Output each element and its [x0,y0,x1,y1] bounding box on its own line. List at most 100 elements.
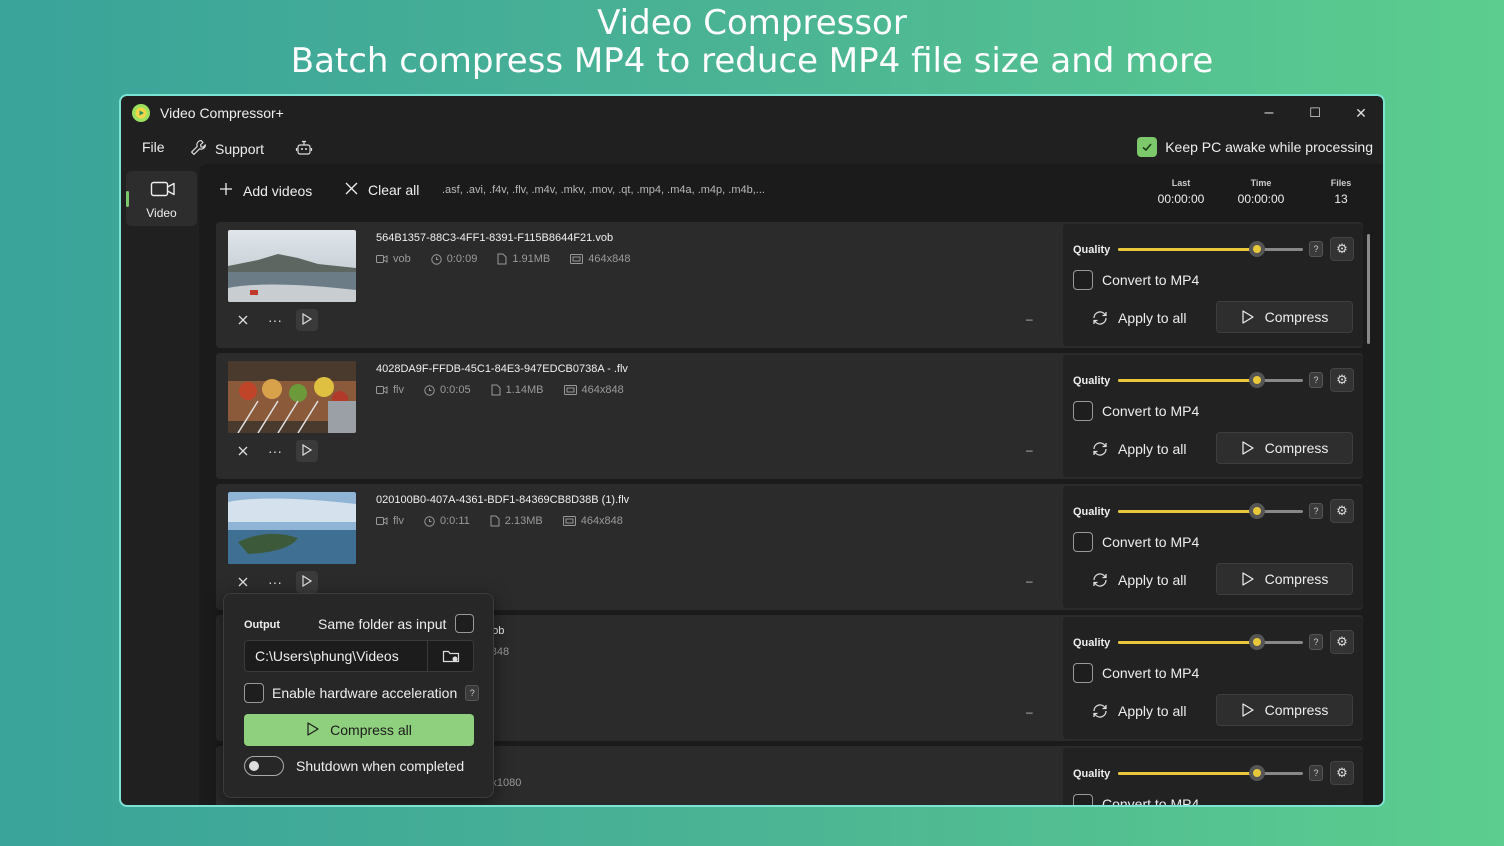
more-options-button[interactable]: ··· [264,309,286,331]
play-preview-button[interactable] [296,440,318,462]
quality-slider[interactable] [1118,241,1303,257]
compress-button[interactable]: Compress [1216,432,1353,464]
gear-icon[interactable]: ⚙ [1330,368,1354,392]
stat-value: 13 [1334,192,1348,206]
resolution-icon [563,385,577,395]
video-thumbnail [228,230,356,302]
apply-to-all-button[interactable]: Apply to all [1091,571,1186,589]
checkbox-box [455,614,475,633]
keep-awake-checkbox[interactable]: Keep PC awake while processing [1137,137,1373,157]
convert-mp4-label: Convert to MP4 [1102,665,1200,681]
apply-to-all-button[interactable]: Apply to all [1091,702,1186,720]
quality-slider[interactable] [1118,503,1303,519]
slider-thumb[interactable] [1248,634,1265,650]
apply-to-all-label: Apply to all [1118,572,1187,588]
slider-fill [1118,379,1257,382]
gear-icon[interactable]: ⚙ [1330,761,1354,785]
toggle-switch[interactable] [244,756,284,776]
file-meta: flv 0:0:11 2.13MB 464x848 [376,515,623,527]
file-duration: 0:0:11 [440,515,470,527]
minimize-button[interactable]: – [1254,100,1284,126]
file-name: 564B1357-88C3-4FF1-8391-F115B8644F21.vob [376,232,614,244]
file-row: 4028DA9F-FFDB-45C1-84E3-947EDCB0738A - .… [216,353,1363,479]
stat-last: Last 00:00:00 [1151,178,1211,206]
menu-file[interactable]: File [142,139,165,155]
output-path-field[interactable]: C:\Users\phung\Videos [244,640,474,672]
convert-mp4-checkbox[interactable]: Convert to MP4 [1073,794,1199,805]
play-icon [1241,441,1254,455]
file-size: 2.13MB [504,515,543,527]
quality-slider[interactable] [1118,765,1303,781]
gear-icon[interactable]: ⚙ [1330,630,1354,654]
scrollbar[interactable] [1367,234,1370,344]
convert-mp4-label: Convert to MP4 [1102,534,1200,550]
remove-file-button[interactable] [232,309,254,331]
compress-label: Compress [1264,309,1329,325]
convert-mp4-checkbox[interactable]: Convert to MP4 [1073,663,1199,683]
compress-button[interactable]: Compress [1216,301,1353,333]
size-meta: 1.91MB [497,253,550,265]
apply-to-all-button[interactable]: Apply to all [1091,440,1186,458]
remove-file-button[interactable] [232,571,254,593]
play-preview-button[interactable] [296,309,318,331]
stat-time: Time 00:00:00 [1231,178,1291,206]
gear-icon[interactable]: ⚙ [1330,499,1354,523]
checkbox-box [1073,663,1093,683]
quality-slider[interactable] [1118,634,1303,650]
compress-button[interactable]: Compress [1216,694,1353,726]
maximize-button[interactable]: ☐ [1300,100,1330,126]
active-indicator [126,191,129,207]
file-name: 020100B0-407A-4361-BDF1-84369CB8D38B (1)… [376,494,630,506]
compression-panel: Quality ? ⚙ Convert to MP4 Apply to all … [1063,224,1363,346]
slider-thumb[interactable] [1248,765,1265,781]
slider-thumb[interactable] [1248,503,1265,519]
same-folder-checkbox[interactable]: Same folder as input [318,614,475,633]
file-format: vob [393,253,411,265]
gear-icon[interactable]: ⚙ [1330,237,1354,261]
resolution-icon [570,254,584,264]
slider-fill [1118,641,1257,644]
clock-icon [424,515,435,527]
convert-mp4-checkbox[interactable]: Convert to MP4 [1073,532,1199,552]
video-camera-icon [150,179,176,204]
close-button[interactable]: ✕ [1346,100,1376,126]
play-icon [302,443,313,457]
help-icon[interactable]: ? [1309,765,1323,781]
checkbox-box [1073,532,1093,552]
duration-meta: 0:0:11 [424,515,470,527]
sidebar-item-video[interactable]: Video [126,171,197,226]
help-icon[interactable]: ? [1309,634,1323,650]
browse-folder-button[interactable] [427,641,473,671]
compress-label: Compress [1264,702,1329,718]
convert-mp4-checkbox[interactable]: Convert to MP4 [1073,270,1199,290]
compress-all-button[interactable]: Compress all [244,714,474,746]
stat-label: Time [1250,178,1272,188]
remove-file-button[interactable] [232,440,254,462]
close-icon [345,182,358,198]
close-icon [238,446,248,456]
slider-thumb[interactable] [1248,241,1265,257]
quality-slider[interactable] [1118,372,1303,388]
size-meta: 2.13MB [490,515,543,527]
play-preview-button[interactable] [296,571,318,593]
duration-meta: 0:0:05 [424,384,471,396]
hardware-acceleration-checkbox[interactable]: Enable hardware acceleration ? [244,683,480,703]
help-icon[interactable]: ? [1309,503,1323,519]
output-settings-popup: Output Same folder as input C:\Users\phu… [223,593,494,798]
apply-to-all-button[interactable]: Apply to all [1091,309,1186,327]
sync-icon [1093,704,1107,718]
help-icon[interactable]: ? [1309,372,1323,388]
convert-mp4-checkbox[interactable]: Convert to MP4 [1073,401,1199,421]
compress-button[interactable]: Compress [1216,563,1353,595]
slider-thumb[interactable] [1248,372,1265,388]
feedback-button[interactable] [295,139,313,160]
add-videos-button[interactable]: Add videos [219,182,312,199]
more-options-button[interactable]: ··· [264,571,286,593]
help-icon[interactable]: ? [1309,241,1323,257]
help-icon[interactable]: ? [465,685,480,701]
shutdown-toggle[interactable]: Shutdown when completed [244,756,464,776]
more-options-button[interactable]: ··· [264,440,286,462]
video-icon [376,517,388,525]
clear-all-button[interactable]: Clear all [345,182,419,198]
menu-support[interactable]: Support [190,139,264,159]
